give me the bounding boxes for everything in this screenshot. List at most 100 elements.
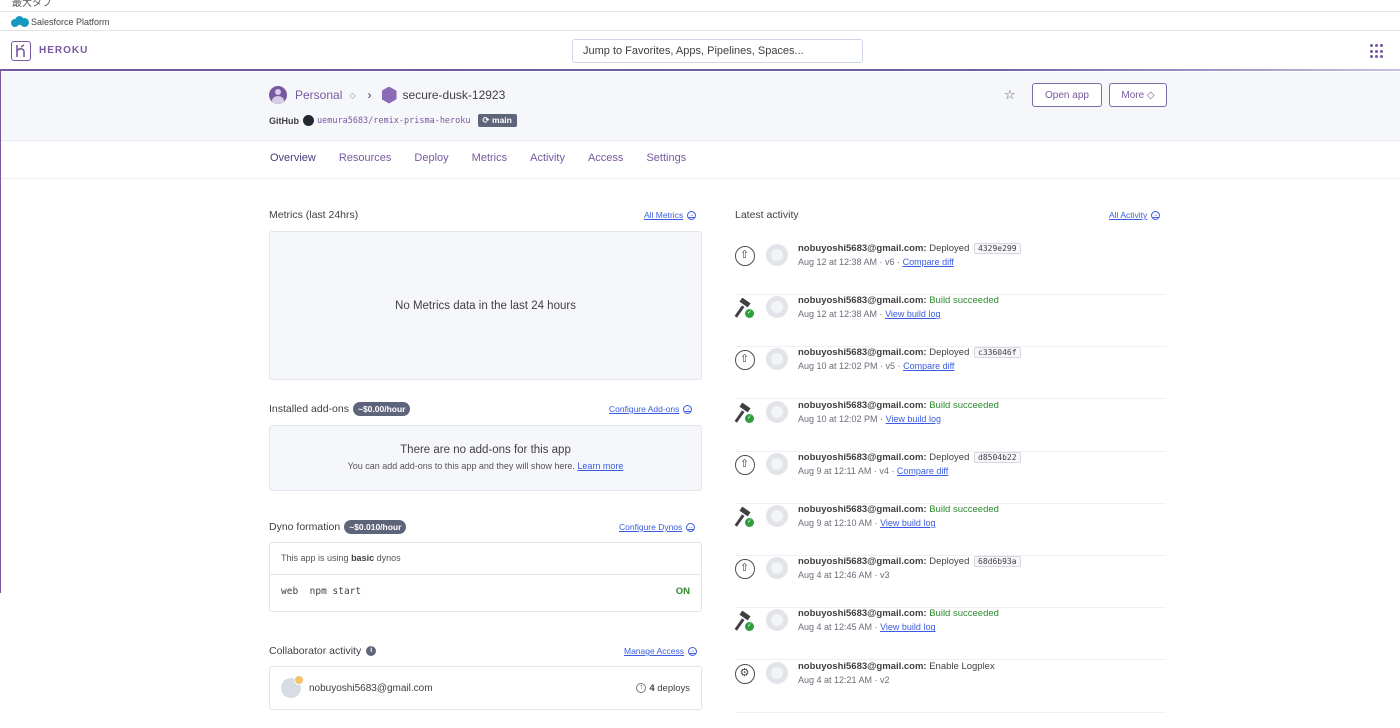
addons-empty-sub-text: You can add add-ons to this app and they… xyxy=(347,461,575,471)
deploy-upload-icon: ⇧ xyxy=(735,246,755,266)
all-activity-link[interactable]: All Activity → xyxy=(1109,210,1161,220)
activity-avatar xyxy=(766,244,788,266)
activity-meta: Aug 10 at 12:02 PM · v5 · Compare diff xyxy=(798,361,954,371)
activity-action: Deployed xyxy=(929,451,970,463)
activity-avatar xyxy=(766,661,788,684)
addons-empty-subtitle: You can add add-ons to this app and they… xyxy=(270,461,701,471)
activity-line: nobuyoshi5683@gmail.com: Deployed 4329e2… xyxy=(798,243,1021,254)
activity-meta: Aug 4 at 12:45 AM · View build log xyxy=(798,622,935,632)
dyno-process: web xyxy=(281,586,299,597)
breadcrumb-chevron-icon: › xyxy=(367,88,372,102)
heroku-wordmark[interactable]: HEROKU xyxy=(39,45,88,56)
activity-line: nobuyoshi5683@gmail.com: Deployed 68d6b9… xyxy=(798,556,1021,568)
commit-hash[interactable]: 68d6b93a xyxy=(974,556,1021,568)
activity-item: ⇧ nobuyoshi5683@gmail.com: Deployed 4329e… xyxy=(735,243,1166,295)
addons-empty-panel: There are no add-ons for this app You ca… xyxy=(269,425,702,491)
collaborator-deploys: ↑ 4 deploys xyxy=(636,683,690,694)
activity-avatar xyxy=(766,348,788,371)
manage-access-label: Manage Access xyxy=(624,646,685,656)
dyno-note-prefix: This app is using xyxy=(281,553,349,563)
favorite-star-icon[interactable]: ☆ xyxy=(1004,87,1016,103)
activity-avatar xyxy=(766,452,788,475)
left-edge-line xyxy=(0,71,1,593)
apps-grid-icon[interactable] xyxy=(1370,44,1385,59)
activity-time: Aug 4 at 12:46 AM · v3 xyxy=(798,570,890,581)
tab-access[interactable]: Access xyxy=(580,141,631,179)
activity-time: Aug 12 at 12:38 AM · xyxy=(798,309,883,320)
breadcrumb: Personal ◇ › secure-dusk-12923 xyxy=(269,86,505,104)
dyno-row-web[interactable]: web npm start ON xyxy=(270,575,701,612)
configure-addons-link[interactable]: Configure Add-ons → xyxy=(609,404,693,414)
manage-access-link[interactable]: Manage Access → xyxy=(624,646,698,656)
commit-hash[interactable]: d8504b22 xyxy=(974,451,1021,463)
more-button-label: More xyxy=(1121,89,1145,101)
github-connection: GitHub uemura5683/remix-prisma-heroku ⟳ … xyxy=(269,114,517,127)
dyno-title-text: Dyno formation xyxy=(269,521,341,533)
commit-hash[interactable]: 4329e299 xyxy=(974,243,1021,254)
view-build-log-link[interactable]: View build log xyxy=(880,518,935,528)
activity-avatar xyxy=(766,505,788,527)
activity-avatar xyxy=(766,557,788,580)
activity-user: nobuyoshi5683@gmail.com: xyxy=(798,660,927,672)
activity-item: ⇧ nobuyoshi5683@gmail.com: Deployed d8504… xyxy=(735,451,1166,504)
tab-deploy[interactable]: Deploy xyxy=(406,141,456,179)
heroku-header: HEROKU Jump to Favorites, Apps, Pipeline… xyxy=(0,32,1400,71)
addons-cost-badge: ~$0.00/hour xyxy=(352,402,411,416)
arrow-right-icon: → xyxy=(683,404,693,414)
account-avatar-icon xyxy=(269,86,287,104)
tab-resources[interactable]: Resources xyxy=(331,141,400,179)
activity-action: Enable Logplex xyxy=(929,660,995,672)
arrow-right-icon: → xyxy=(1151,210,1161,220)
dyno-cost-badge: ~$0.010/hour xyxy=(344,520,407,534)
activity-user: nobuyoshi5683@gmail.com: xyxy=(798,556,927,568)
collaborator-row: nobuyoshi5683@gmail.com ↑ 4 deploys xyxy=(269,666,702,710)
arrow-right-icon: → xyxy=(686,522,696,532)
activity-user: nobuyoshi5683@gmail.com: xyxy=(798,243,927,254)
tab-settings[interactable]: Settings xyxy=(638,141,694,179)
open-app-button[interactable]: Open app xyxy=(1032,83,1102,107)
activity-item: ✓ nobuyoshi5683@gmail.com: Build succeede… xyxy=(734,504,1166,556)
activity-time: Aug 4 at 12:21 AM · v2 xyxy=(798,674,890,685)
dyno-type: basic xyxy=(351,553,375,563)
commit-hash[interactable]: c336046f xyxy=(974,347,1021,359)
compare-diff-link[interactable]: Compare diff xyxy=(903,361,954,371)
activity-item: ✓ nobuyoshi5683@gmail.com: Build succeede… xyxy=(734,400,1166,452)
tab-metrics[interactable]: Metrics xyxy=(464,141,515,179)
view-build-log-link[interactable]: View build log xyxy=(886,414,941,424)
all-metrics-link[interactable]: All Metrics → xyxy=(644,210,697,220)
tab-activity[interactable]: Activity xyxy=(522,141,573,179)
arrow-right-icon: → xyxy=(687,210,697,220)
configure-dynos-link[interactable]: Configure Dynos → xyxy=(619,522,696,532)
build-hammer-icon: ✓ xyxy=(734,610,757,632)
tab-overview[interactable]: Overview xyxy=(262,141,324,179)
heroku-logo-icon[interactable] xyxy=(11,41,31,61)
compare-diff-link[interactable]: Compare diff xyxy=(903,257,954,267)
activity-line: nobuyoshi5683@gmail.com: Enable Logplex xyxy=(798,661,995,672)
search-input[interactable]: Jump to Favorites, Apps, Pipelines, Spac… xyxy=(572,39,863,63)
repo-link[interactable]: uemura5683/remix-prisma-heroku xyxy=(317,116,471,126)
activity-time: Aug 12 at 12:38 AM · v6 · xyxy=(798,257,901,267)
all-activity-label: All Activity xyxy=(1109,210,1148,220)
view-build-log-link[interactable]: View build log xyxy=(885,309,940,319)
deploy-up-icon: ↑ xyxy=(636,683,647,693)
account-switcher-chevron-icon[interactable]: ◇ xyxy=(349,91,355,100)
metrics-empty-text: No Metrics data in the last 24 hours xyxy=(395,299,576,312)
activity-user: nobuyoshi5683@gmail.com: xyxy=(798,399,927,411)
activity-user: nobuyoshi5683@gmail.com: xyxy=(798,608,927,620)
build-hammer-icon: ✓ xyxy=(734,506,757,527)
activity-item: ⚙ nobuyoshi5683@gmail.com: Enable Logplex… xyxy=(735,661,1166,713)
activity-avatar xyxy=(766,609,788,632)
activity-item: ✓ nobuyoshi5683@gmail.com: Build succeede… xyxy=(734,295,1166,348)
activity-action: Build succeeded xyxy=(929,399,999,411)
more-button[interactable]: More ◇ xyxy=(1109,83,1167,107)
addons-title: Installed add-ons ~$0.00/hour xyxy=(269,402,411,416)
activity-user: nobuyoshi5683@gmail.com: xyxy=(798,295,927,307)
learn-more-link[interactable]: Learn more xyxy=(577,461,623,471)
activity-line: nobuyoshi5683@gmail.com: Build succeeded xyxy=(798,400,999,411)
compare-diff-link[interactable]: Compare diff xyxy=(897,466,948,476)
view-build-log-link[interactable]: View build log xyxy=(880,622,935,632)
all-metrics-label: All Metrics xyxy=(644,210,684,220)
info-icon[interactable]: i xyxy=(366,646,377,656)
account-switcher[interactable]: Personal xyxy=(295,88,342,102)
activity-action: Deployed xyxy=(929,556,970,568)
